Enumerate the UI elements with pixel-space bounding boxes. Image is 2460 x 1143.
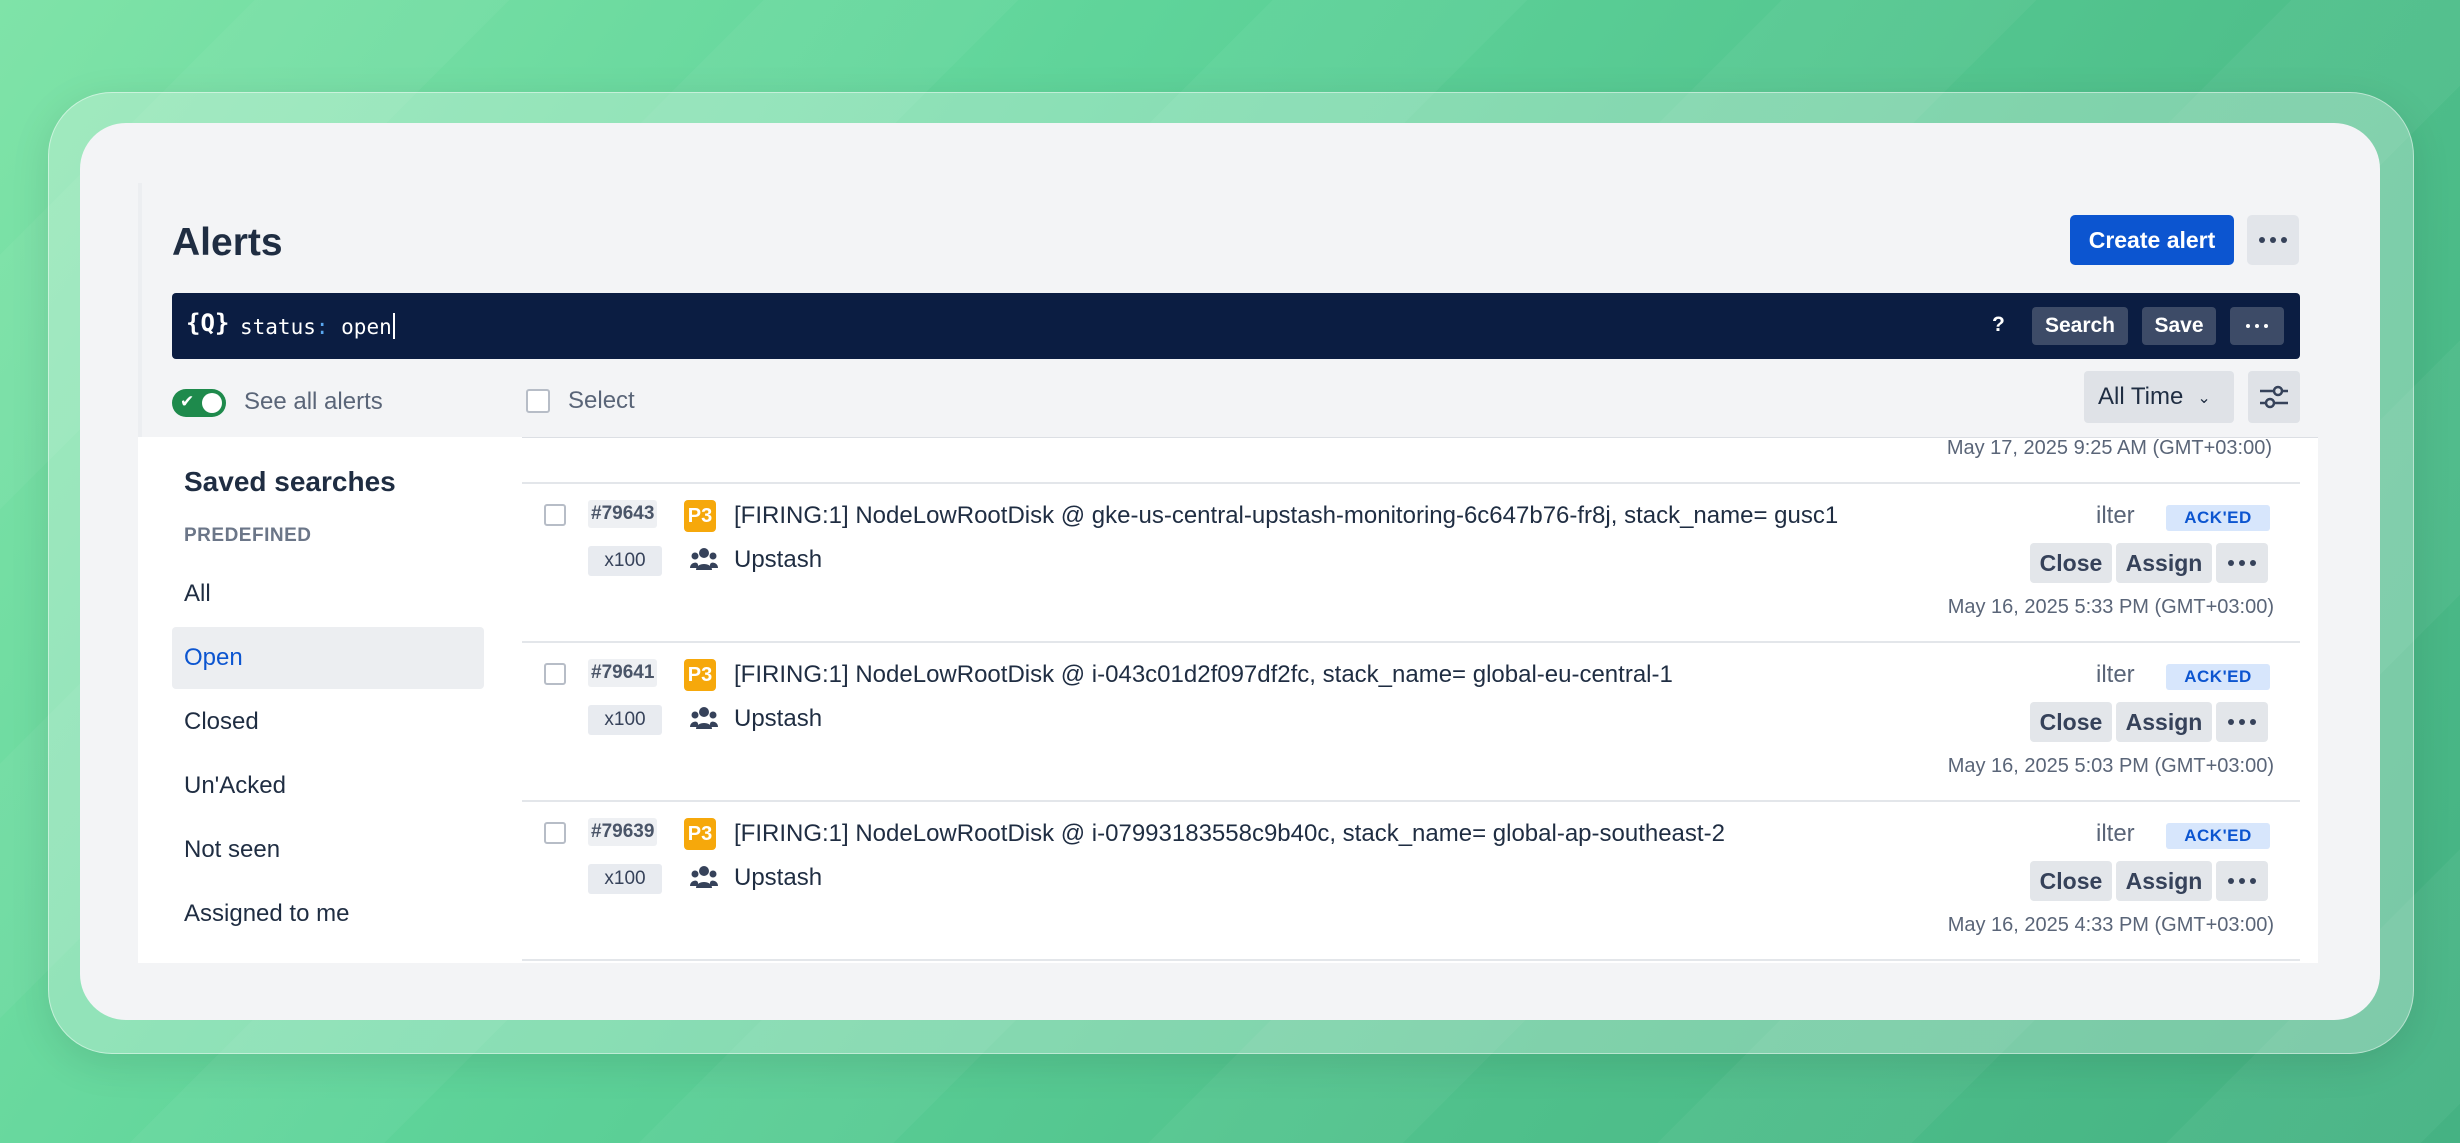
alert-timestamp: May 16, 2025 5:03 PM (GMT+03:00) [1947, 755, 2274, 777]
time-filter-value: All Time [2098, 383, 2184, 410]
row-checkbox[interactable] [544, 663, 566, 685]
time-filter-dropdown[interactable]: All Time ⌄ [2084, 371, 2234, 423]
close-alert-button[interactable]: Close [2030, 543, 2112, 583]
header-more-button[interactable] [2247, 215, 2299, 265]
search-help-button[interactable]: ? [1992, 313, 2005, 337]
search-more-button[interactable] [2230, 307, 2284, 345]
sidebar-item-unacked[interactable]: Un'Acked [172, 755, 484, 817]
sidebar-item-assigned-to-me[interactable]: Assigned to me [172, 883, 484, 945]
timestamp: May 17, 2025 9:25 AM (GMT+03:00) [1946, 437, 2272, 459]
row-more-button[interactable] [2216, 861, 2268, 901]
ellipsis-icon [2228, 878, 2256, 884]
search-button[interactable]: Search [2032, 307, 2128, 345]
row-checkbox[interactable] [544, 822, 566, 844]
query-value: open [328, 315, 392, 339]
assign-alert-button[interactable]: Assign [2116, 861, 2212, 901]
select-label: Select [568, 387, 635, 414]
close-alert-button[interactable]: Close [2030, 702, 2112, 742]
alert-title[interactable]: [FIRING:1] NodeLowRootDisk @ i-079931835… [734, 820, 1725, 848]
ellipsis-icon [2259, 237, 2287, 243]
status-badge: ACK'ED [2166, 823, 2270, 849]
create-alert-button[interactable]: Create alert [2070, 215, 2234, 265]
alert-row[interactable]: #79643 x100 P3 [FIRING:1] NodeLowRootDis… [522, 484, 2300, 641]
alert-count: x100 [588, 864, 662, 894]
app-card: Alerts Create alert {Q} status: open ? S… [80, 123, 2380, 1020]
row-divider [522, 959, 2300, 961]
alert-team: Upstash [734, 864, 823, 891]
alert-count: x100 [588, 546, 662, 576]
query-key: status [240, 315, 316, 339]
alert-timestamp: May 16, 2025 5:33 PM (GMT+03:00) [1947, 596, 2274, 618]
status-badge: ACK'ED [2166, 505, 2270, 531]
see-all-label: See all alerts [244, 388, 383, 415]
team-icon [690, 548, 718, 570]
chevron-down-icon: ⌄ [2197, 387, 2211, 407]
priority-badge: P3 [684, 500, 716, 532]
team-icon [690, 866, 718, 888]
priority-badge: P3 [684, 818, 716, 850]
query-colon: : [315, 315, 329, 339]
alert-team: Upstash [734, 546, 823, 573]
alert-row[interactable]: #79641 x100 P3 [FIRING:1] NodeLowRootDis… [522, 643, 2300, 800]
sidebar-item-open[interactable]: Open [172, 627, 484, 689]
alert-title[interactable]: [FIRING:1] NodeLowRootDisk @ i-043c01d2f… [734, 661, 1673, 689]
sidebar-item-all[interactable]: All [172, 563, 484, 625]
alert-owner: ilter [2096, 820, 2135, 847]
sliders-icon [2260, 385, 2288, 409]
row-checkbox[interactable] [544, 504, 566, 526]
select-all-checkbox[interactable] [526, 389, 550, 413]
row-more-button[interactable] [2216, 702, 2268, 742]
ellipsis-icon [2228, 719, 2256, 725]
row-more-button[interactable] [2216, 543, 2268, 583]
close-alert-button[interactable]: Close [2030, 861, 2112, 901]
filter-settings-button[interactable] [2248, 371, 2300, 423]
alert-title[interactable]: [FIRING:1] NodeLowRootDisk @ gke-us-cent… [734, 502, 1838, 530]
alerts-app: Alerts Create alert {Q} status: open ? S… [138, 183, 2318, 963]
save-search-button[interactable]: Save [2142, 307, 2216, 345]
alert-id[interactable]: #79643 [588, 500, 658, 528]
ellipsis-icon [2246, 324, 2268, 328]
alert-owner: ilter [2096, 661, 2135, 688]
toggle-knob [202, 393, 222, 413]
ellipsis-icon [2228, 560, 2256, 566]
predefined-heading: PREDEFINED [184, 525, 312, 546]
alert-team: Upstash [734, 705, 823, 732]
search-input[interactable]: status: open [240, 313, 395, 339]
alert-owner: ilter [2096, 502, 2135, 529]
search-bar[interactable]: {Q} status: open ? Search Save [172, 293, 2300, 359]
text-caret [392, 313, 395, 339]
alert-id[interactable]: #79639 [588, 818, 658, 846]
sidebar-item-not-seen[interactable]: Not seen [172, 819, 484, 881]
alert-timestamp: May 16, 2025 4:33 PM (GMT+03:00) [1947, 914, 2274, 936]
saved-searches-title: Saved searches [184, 466, 396, 497]
see-all-toggle[interactable]: ✔ [172, 389, 226, 417]
priority-badge: P3 [684, 659, 716, 691]
assign-alert-button[interactable]: Assign [2116, 702, 2212, 742]
assign-alert-button[interactable]: Assign [2116, 543, 2212, 583]
status-badge: ACK'ED [2166, 664, 2270, 690]
search-query-icon: {Q} [186, 309, 230, 337]
alert-id[interactable]: #79641 [588, 659, 658, 687]
check-icon: ✔ [180, 392, 195, 412]
alert-row[interactable]: #79639 x100 P3 [FIRING:1] NodeLowRootDis… [522, 802, 2300, 959]
page-title: Alerts [172, 221, 283, 264]
team-icon [690, 707, 718, 729]
sidebar-item-closed[interactable]: Closed [172, 691, 484, 753]
alert-count: x100 [588, 705, 662, 735]
